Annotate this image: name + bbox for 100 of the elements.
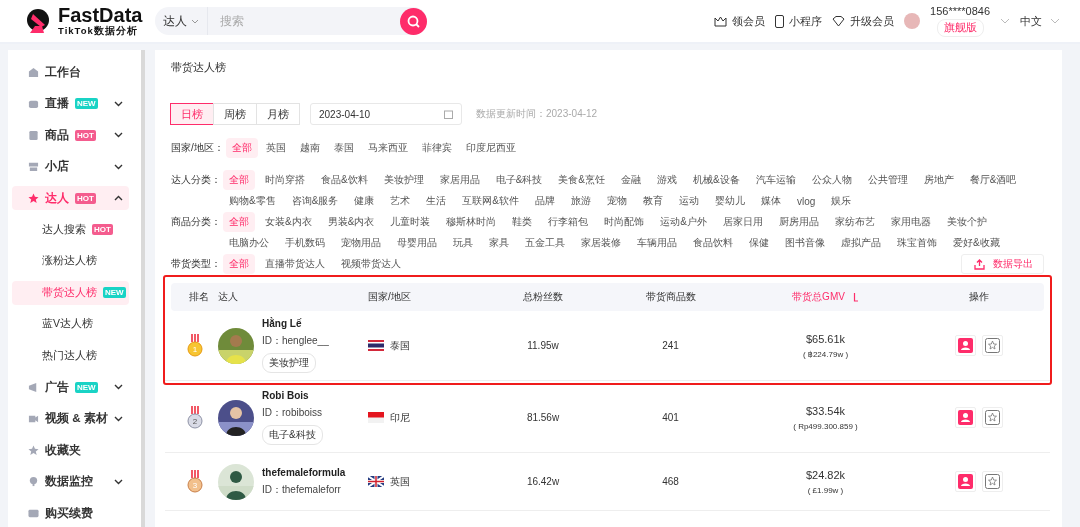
header-link[interactable]: 小程序 [775,13,823,29]
filter-option[interactable]: 美食&烹饪 [552,170,611,190]
sidebar-item[interactable]: 直播 NEW [12,91,129,116]
filter-option[interactable]: 电子&科技 [489,170,549,190]
filter-option[interactable]: 儿童时装 [384,212,437,232]
filter-option[interactable]: vlog [791,191,822,211]
filter-option[interactable]: 娱乐 [825,191,858,211]
filter-option[interactable]: 虚拟产品 [835,233,887,253]
creator-name[interactable]: Robi Bois [262,390,323,401]
filter-option[interactable]: 图书音像 [779,233,831,253]
sidebar-subitem[interactable]: 涨粉达人榜 [12,249,129,273]
filter-option[interactable]: 时尚穿搭 [259,170,311,190]
filter-option[interactable]: 宠物 [601,191,633,211]
sidebar-item[interactable]: 购买续费 [12,501,129,525]
filter-option[interactable]: 食品饮料 [687,233,739,253]
sidebar-item[interactable]: 视频 & 素材 [12,406,129,431]
period-tab[interactable]: 周榜 [213,103,257,125]
filter-option[interactable]: 艺术 [384,191,417,211]
filter-option[interactable]: 直播带货达人 [259,254,331,274]
language-selector[interactable]: 中文 [1020,13,1060,29]
filter-option[interactable]: 购物&零售 [223,191,282,211]
creator-name[interactable]: thefemaleformula [262,466,346,478]
filter-option[interactable]: 互联网&软件 [456,191,525,211]
filter-option[interactable]: 英国 [259,138,292,158]
sidebar-item[interactable]: 广告 NEW [12,375,129,399]
filter-option[interactable]: 珠宝首饰 [891,233,943,253]
filter-option[interactable]: 金融 [615,170,647,190]
header-link[interactable]: 升级会员 [832,13,895,29]
filter-option[interactable]: 五金工具 [519,233,571,253]
filter-option[interactable]: 菲律宾 [415,138,458,158]
favorite-button[interactable] [981,335,1003,356]
filter-option[interactable]: 爱好&收藏 [947,233,1006,253]
sidebar-subitem[interactable]: 蓝V达人榜 [12,312,129,336]
filter-option[interactable]: 房地产 [917,170,960,190]
filter-option[interactable]: 家具 [483,233,515,253]
chevron-icon[interactable] [114,100,123,107]
filter-option[interactable]: 穆斯林时尚 [440,212,503,232]
filter-option[interactable]: 车辆用品 [631,233,683,253]
filter-option[interactable]: 汽车运输 [749,170,802,190]
filter-option[interactable]: 品牌 [529,191,561,211]
chevron-icon[interactable] [114,415,123,422]
filter-option[interactable]: 男装&内衣 [321,212,381,232]
profile-button[interactable] [954,471,976,492]
scope-dropdown[interactable]: 达人 [155,7,208,35]
chevron-icon[interactable] [114,384,123,390]
filter-option[interactable]: 宠物用品 [335,233,387,253]
filter-option[interactable]: 越南 [293,138,326,158]
filter-option[interactable]: 保健 [743,233,775,253]
filter-option[interactable]: 印度尼西亚 [459,138,522,158]
filter-option[interactable]: 婴幼儿 [709,191,751,211]
search-button[interactable] [400,7,427,35]
filter-option[interactable]: 泰国 [327,138,360,158]
filter-option[interactable]: 餐厅&酒吧 [963,170,1023,190]
sidebar-item[interactable]: 工作台 [12,60,129,84]
creator-name[interactable]: Hằng Lế [262,318,329,329]
header-link[interactable]: 领会员 [714,13,766,29]
filter-option[interactable]: 游戏 [651,170,683,190]
filter-option[interactable]: 食品&饮料 [315,170,374,190]
filter-option[interactable]: 厨房用品 [773,212,825,232]
filter-option[interactable]: 玩具 [447,233,479,253]
chevron-icon[interactable] [114,163,123,170]
filter-option[interactable]: 家用电器 [885,212,937,232]
filter-option[interactable]: 视频带货达人 [335,254,407,274]
export-button[interactable]: 数据导出 [961,254,1044,274]
sidebar-item[interactable]: 小店 [12,154,129,179]
period-tab[interactable]: 月榜 [256,103,300,125]
filter-option[interactable]: 鞋类 [506,212,539,232]
filter-option[interactable]: 媒体 [755,191,787,211]
search-field[interactable]: 达人 搜索 [155,7,427,35]
filter-option[interactable]: 女装&内衣 [259,212,318,232]
filter-option[interactable]: 教育 [637,191,669,211]
filter-option[interactable]: 公共管理 [861,170,914,190]
sidebar-item[interactable]: 数据监控 [12,469,129,494]
filter-option[interactable]: 家纺布艺 [829,212,881,232]
filter-option[interactable]: 运动 [673,191,705,211]
filter-option[interactable]: 运动&户外 [654,212,713,232]
favorite-button[interactable] [981,471,1003,492]
filter-option[interactable]: 家居装修 [575,233,627,253]
filter-option[interactable]: 母婴用品 [391,233,443,253]
filter-option[interactable]: 马来西亚 [361,138,414,158]
filter-option[interactable]: 美妆护理 [377,170,430,190]
filter-option[interactable]: 机械&设备 [687,170,746,190]
filter-option[interactable]: 旅游 [565,191,597,211]
sidebar-item[interactable]: 商品 HOT [12,123,129,147]
filter-option[interactable]: 居家日用 [717,212,769,232]
chevron-icon[interactable] [114,132,123,138]
chevron-icon[interactable] [114,195,123,201]
sidebar-subitem[interactable]: 热门达人榜 [12,343,129,368]
favorite-button[interactable] [981,407,1003,428]
filter-option[interactable]: 公众人物 [805,170,858,190]
filter-option[interactable]: 电脑办公 [223,233,275,253]
filter-option[interactable]: 家居用品 [433,170,486,190]
filter-option[interactable]: 手机数码 [279,233,331,253]
sidebar-subitem[interactable]: 达人搜索 HOT [12,217,129,242]
filter-option[interactable]: 美妆个护 [941,212,993,232]
date-field[interactable]: 2023-04-10 [310,103,462,125]
filter-option[interactable]: 健康 [348,191,381,211]
filter-option[interactable]: 生活 [420,191,453,211]
sidebar-item[interactable]: 收藏夹 [12,438,129,462]
filter-option[interactable]: 咨询&服务 [285,191,345,211]
